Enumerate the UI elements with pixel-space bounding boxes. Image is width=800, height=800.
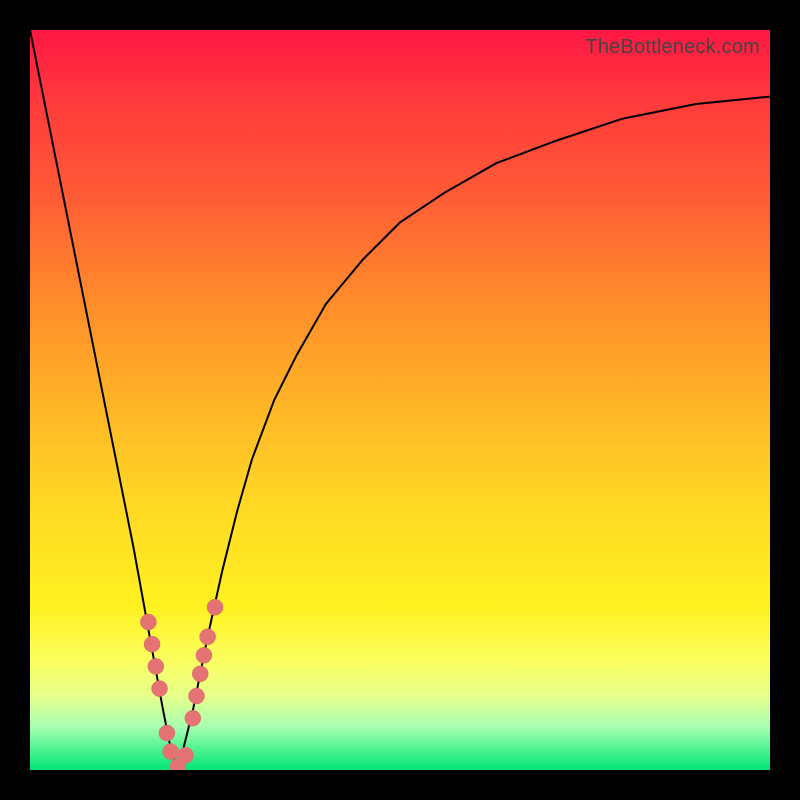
data-marker: [148, 658, 164, 674]
data-marker: [177, 747, 193, 763]
data-marker: [196, 647, 212, 663]
data-marker: [159, 725, 175, 741]
plot-area: TheBottleneck.com: [30, 30, 770, 770]
curve-right-branch: [178, 97, 770, 770]
data-marker: [189, 688, 205, 704]
data-marker: [200, 629, 216, 645]
data-marker: [144, 636, 160, 652]
data-marker: [192, 666, 208, 682]
chart-svg: [30, 30, 770, 770]
data-marker: [163, 744, 179, 760]
data-marker: [207, 599, 223, 615]
data-marker: [185, 710, 201, 726]
data-marker: [152, 681, 168, 697]
data-marker: [140, 614, 156, 630]
chart-frame: TheBottleneck.com: [0, 0, 800, 800]
